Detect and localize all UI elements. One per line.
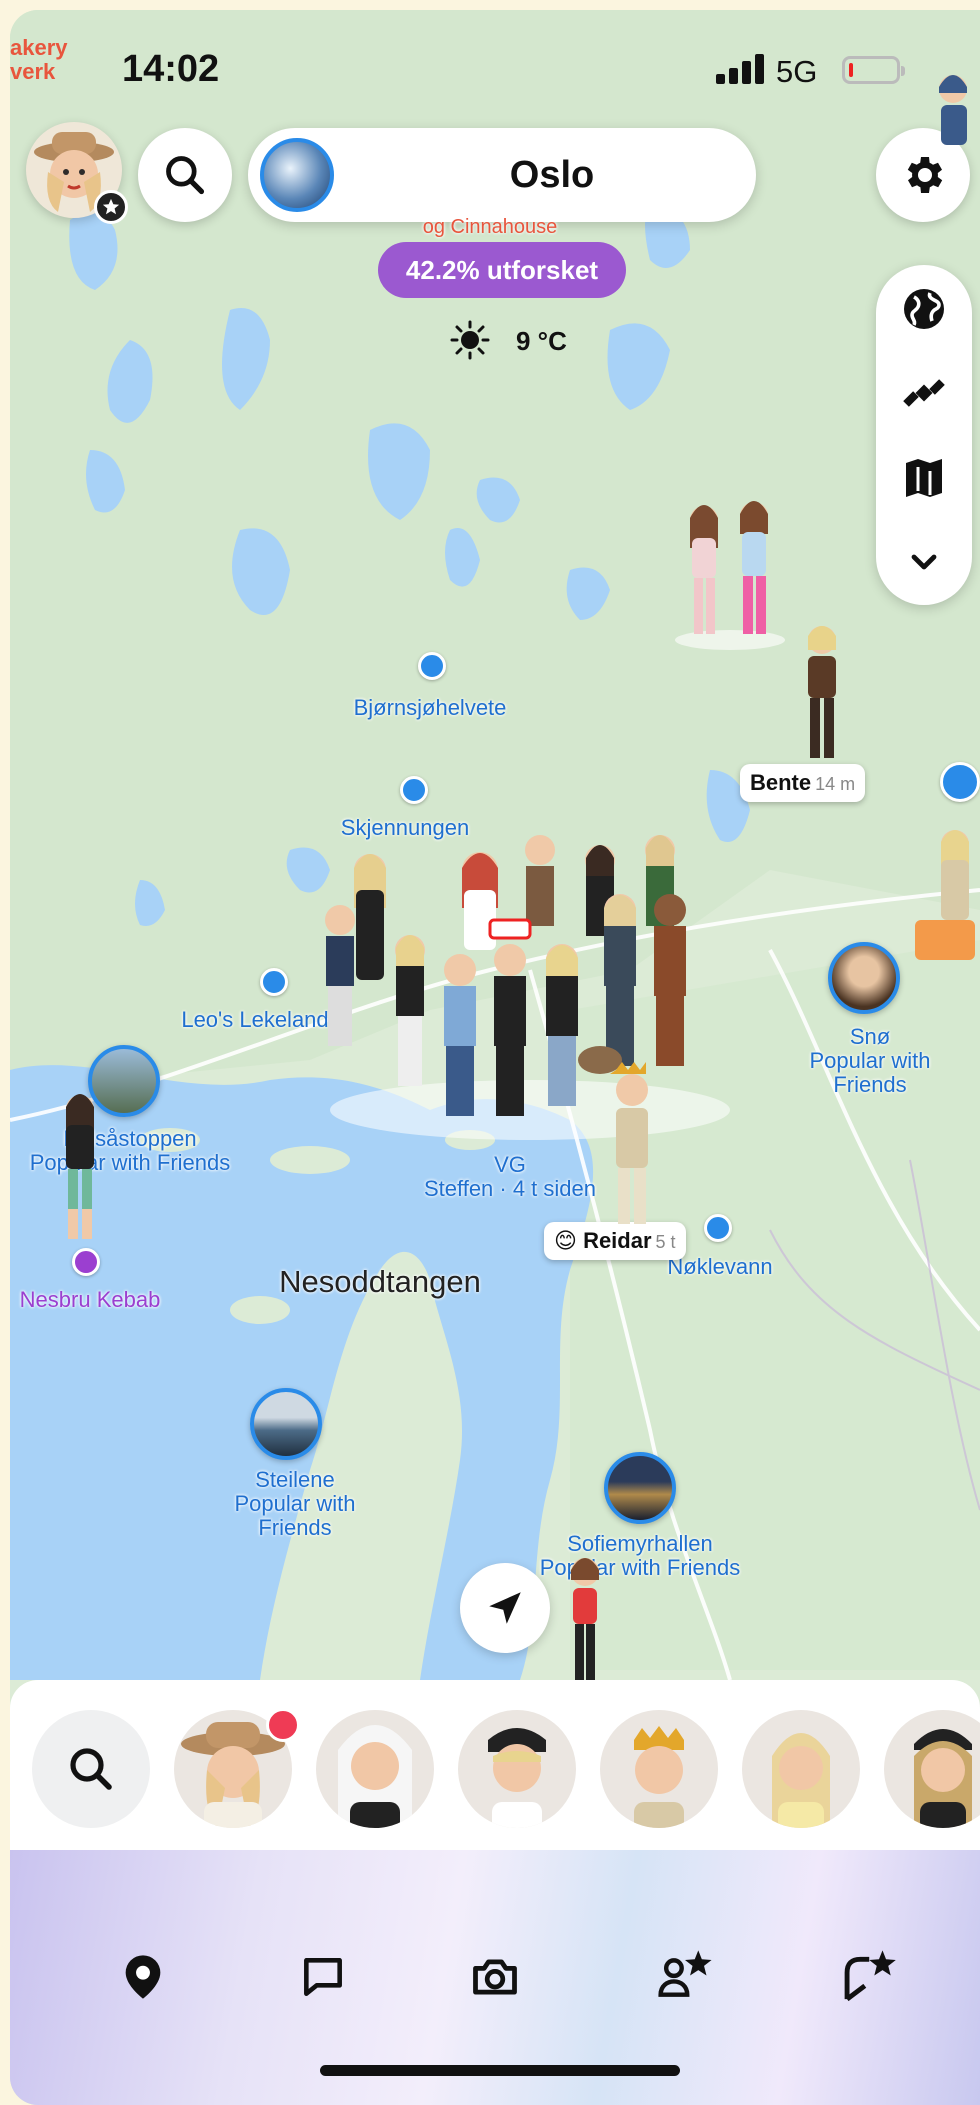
city-pill[interactable]: Oslo xyxy=(248,128,756,222)
friends-bar xyxy=(10,1680,980,1855)
network-type: 5G xyxy=(776,54,818,89)
friend-avatars-pair[interactable] xyxy=(670,490,790,650)
satellite-icon[interactable] xyxy=(900,369,948,417)
friend-avatar-4[interactable] xyxy=(600,1710,718,1828)
tab-spotlight[interactable] xyxy=(832,1942,902,2012)
tab-camera[interactable] xyxy=(460,1942,530,2012)
place-thumbnail-sofiemyrhallen[interactable] xyxy=(604,1452,676,1524)
sun-icon xyxy=(450,320,490,360)
map-pin-icon xyxy=(125,1955,161,1999)
place-pin[interactable] xyxy=(418,652,446,680)
status-time: 14:02 xyxy=(122,48,220,90)
place-label-nesbru-kebab[interactable]: Nesbru Kebab xyxy=(10,1288,170,1312)
friends-search-button[interactable] xyxy=(32,1710,150,1828)
chat-icon xyxy=(304,1958,342,1996)
profile-badge-icon xyxy=(94,190,128,224)
camera-icon xyxy=(473,1959,517,1995)
friend-avatar-bente[interactable] xyxy=(792,618,852,768)
gear-icon xyxy=(907,157,943,193)
tab-friends[interactable] xyxy=(650,1942,720,2012)
battery-icon xyxy=(842,56,905,84)
friend-avatar-sofiemyrhallen[interactable] xyxy=(555,1550,615,1680)
tab-map[interactable] xyxy=(108,1942,178,2012)
search-icon xyxy=(166,156,205,195)
locate-me-button[interactable] xyxy=(460,1563,550,1653)
profile-avatar-button[interactable] xyxy=(26,122,128,224)
map-search-button[interactable] xyxy=(138,128,232,222)
memories-map-icon[interactable] xyxy=(900,455,948,503)
friend-avatar-6[interactable] xyxy=(884,1710,980,1828)
place-label-bjornsjohelvete[interactable]: Bjørnsjøhelvete xyxy=(330,696,530,720)
cellular-signal-icon xyxy=(716,54,766,84)
friend-avatar-top-right[interactable] xyxy=(925,65,980,155)
city-thumbnail xyxy=(260,138,334,212)
place-pin[interactable] xyxy=(72,1248,100,1276)
home-indicator xyxy=(320,2065,680,2076)
place-thumbnail-snoe[interactable] xyxy=(828,942,900,1014)
friend-avatar-kolsastoppen[interactable] xyxy=(50,1085,110,1245)
place-pin[interactable] xyxy=(260,968,288,996)
place-pin[interactable] xyxy=(400,776,428,804)
friends-star-icon xyxy=(658,1950,712,1997)
friend-avatar-5[interactable] xyxy=(742,1710,860,1828)
explored-badge[interactable]: 42.2% utforsket xyxy=(378,242,626,298)
partial-place-label: og Cinnahouse xyxy=(422,216,558,238)
place-pin[interactable] xyxy=(940,762,980,802)
notification-dot xyxy=(266,1708,300,1742)
map-tools-panel xyxy=(876,265,972,605)
globe-icon[interactable] xyxy=(900,285,948,333)
friend-avatar-steffen[interactable] xyxy=(600,1060,660,1230)
friend-avatar-2[interactable] xyxy=(316,1710,434,1828)
place-label-snoe[interactable]: Snø Popular with Friends xyxy=(785,1025,955,1097)
status-corner-label: akery verk xyxy=(10,35,68,84)
weather-indicator: 9 °C xyxy=(450,318,610,362)
place-pin[interactable] xyxy=(704,1214,732,1242)
friend-avatar-edge[interactable] xyxy=(915,820,980,970)
snap-map-screen: akery verk 14:02 5G Oslo og Cinnahouse 4… xyxy=(10,10,980,2105)
status-bar: akery verk 14:02 5G xyxy=(10,10,980,120)
place-label-nesoddtangen[interactable]: Nesoddtangen xyxy=(265,1266,495,1297)
temperature: 9 °C xyxy=(516,326,567,356)
friend-group-cluster[interactable] xyxy=(300,810,750,1140)
location-arrow-icon xyxy=(489,1592,521,1624)
friend-avatar-3[interactable] xyxy=(458,1710,576,1828)
spotlight-star-icon xyxy=(844,1950,896,2002)
place-thumbnail-steilene[interactable] xyxy=(250,1388,322,1460)
place-label-steilene[interactable]: Steilene Popular with Friends xyxy=(210,1468,380,1540)
chevron-down-icon[interactable] xyxy=(900,537,948,585)
tab-chat[interactable] xyxy=(288,1942,358,2012)
friend-chip-bente[interactable]: Bente 14 m xyxy=(740,764,866,802)
place-label-vg[interactable]: VG Steffen · 4 t siden xyxy=(410,1153,610,1201)
city-name: Oslo xyxy=(509,154,595,196)
search-icon xyxy=(70,1748,112,1790)
